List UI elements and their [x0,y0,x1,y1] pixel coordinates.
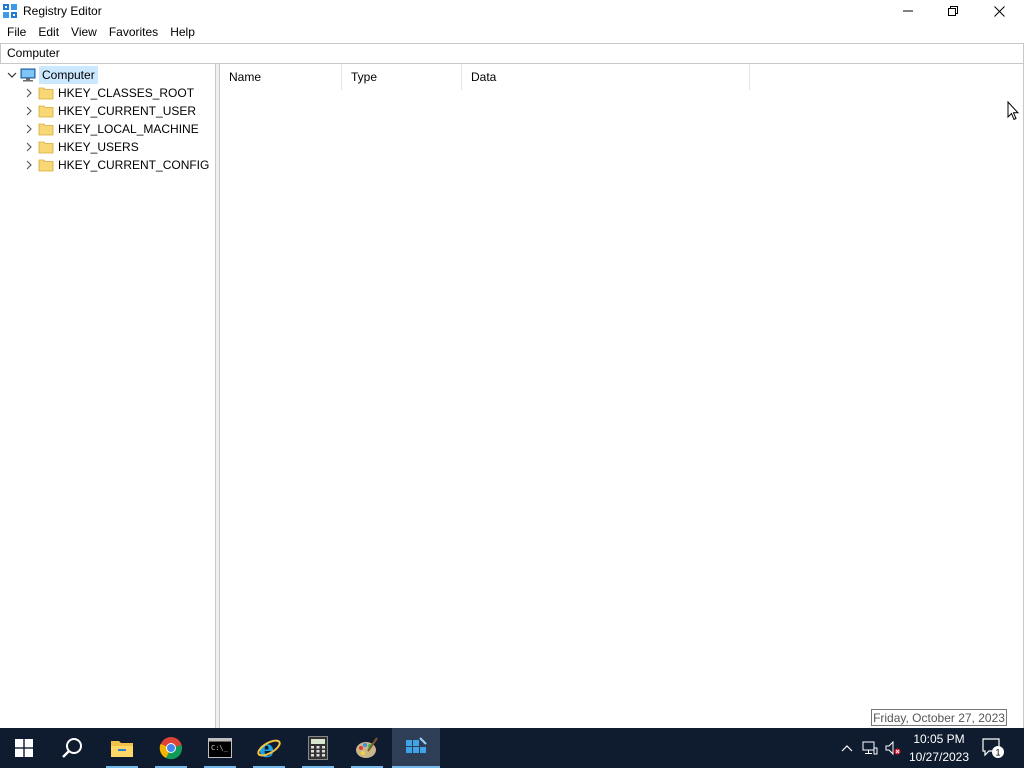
menu-file[interactable]: File [0,22,32,42]
taskbar-paint[interactable] [343,728,391,768]
restore-button[interactable] [930,0,976,22]
taskbar-terminal[interactable]: C:\_ [196,728,244,768]
clock-date: 10/27/2023 [908,750,970,764]
taskbar: C:\_ e 10:05 PM 10/27/2023 1 [0,728,1024,768]
column-header-name[interactable]: Name [220,64,342,90]
restore-icon [948,6,958,16]
volume-muted-icon [885,740,901,756]
notification-count: 1 [995,748,1000,758]
taskbar-calculator[interactable] [294,728,342,768]
tree-label-hkcr: HKEY_CLASSES_ROOT [58,86,195,100]
chevron-right-icon[interactable] [24,120,34,138]
network-status-button[interactable] [862,740,878,756]
chevron-right-icon[interactable] [24,156,34,174]
folder-icon [38,141,54,154]
search-button[interactable] [48,728,96,768]
taskbar-file-explorer[interactable] [98,728,146,768]
tree-item-hklm[interactable]: HKEY_LOCAL_MACHINE [0,120,210,138]
regedit-icon [3,4,17,18]
notification-icon: 1 [982,738,1004,758]
regedit-icon [406,737,427,753]
tree-item-hkcu[interactable]: HKEY_CURRENT_USER [0,102,210,120]
address-bar[interactable]: Computer [0,43,1024,64]
tree-label-computer: Computer [39,66,98,84]
search-icon [62,738,82,758]
folder-icon [38,123,54,136]
title-bar[interactable]: Registry Editor [0,0,1024,22]
close-icon [993,5,1005,17]
taskbar-clock[interactable]: 10:05 PM 10/27/2023 [907,730,971,766]
column-header-type[interactable]: Type [342,64,462,90]
date-tooltip: Friday, October 27, 2023 [871,709,1007,726]
folder-icon [38,159,54,172]
chevron-right-icon[interactable] [24,102,34,120]
calculator-icon [308,736,328,760]
menu-edit[interactable]: Edit [32,22,65,42]
window-title: Registry Editor [23,4,102,18]
chevron-down-icon[interactable] [7,66,17,84]
chevron-up-icon [841,745,853,752]
tree-label-hku: HKEY_USERS [58,140,139,154]
tree-label-hkcc: HKEY_CURRENT_CONFIG [58,158,210,172]
svg-text:C:\_: C:\_ [211,744,229,752]
address-text: Computer [7,46,60,60]
tree-item-hkcc[interactable]: HKEY_CURRENT_CONFIG [0,156,210,174]
paint-icon [356,737,378,758]
tree-label-hkcu: HKEY_CURRENT_USER [58,104,197,118]
minimize-icon [903,10,913,12]
close-button[interactable] [976,0,1022,22]
folder-icon [38,105,54,118]
menu-help[interactable]: Help [164,22,201,42]
tree-item-computer[interactable]: Computer [0,66,200,84]
action-center-button[interactable]: 1 [980,736,1006,760]
computer-icon [20,68,36,82]
column-header-data[interactable]: Data [462,64,750,90]
file-explorer-icon [111,741,133,757]
minimize-button[interactable] [885,0,931,22]
clock-time: 10:05 PM [913,732,965,746]
registry-editor-window: Registry Editor File Edit View Favorites… [0,0,1024,728]
volume-button[interactable] [885,740,901,756]
menu-favorites[interactable]: Favorites [103,22,164,42]
menu-bar: File Edit View Favorites Help [0,22,1024,42]
values-list-pane[interactable]: Name Type Data [219,64,1024,728]
folder-icon [38,87,54,100]
start-button[interactable] [0,728,48,768]
network-icon [862,741,878,755]
taskbar-chrome[interactable] [147,728,195,768]
chevron-right-icon[interactable] [24,84,34,102]
taskbar-internet-explorer[interactable]: e [245,728,293,768]
internet-explorer-icon: e [257,735,281,761]
mouse-cursor-icon [1007,101,1019,121]
key-tree-pane[interactable]: Computer HKEY_CLASSES_ROOT HKEY_CURRENT_… [0,64,216,728]
show-hidden-icons-button[interactable] [839,740,855,756]
terminal-icon: C:\_ [208,738,232,758]
menu-view[interactable]: View [65,22,103,42]
taskbar-regedit[interactable] [392,728,440,768]
tree-label-hklm: HKEY_LOCAL_MACHINE [58,122,199,136]
chevron-right-icon[interactable] [24,138,34,156]
start-icon [15,739,33,757]
list-header: Name Type Data [220,64,1023,90]
tree-item-hkcr[interactable]: HKEY_CLASSES_ROOT [0,84,210,102]
chrome-icon [159,737,182,760]
tree-item-hku[interactable]: HKEY_USERS [0,138,210,156]
